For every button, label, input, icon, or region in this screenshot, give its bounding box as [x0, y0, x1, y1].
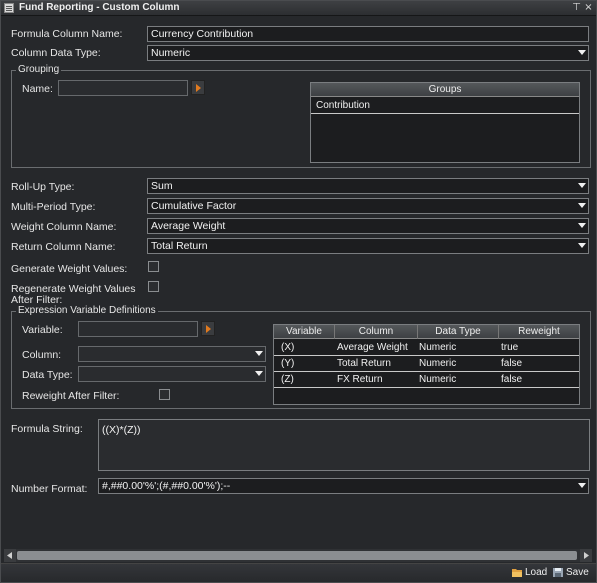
grouping-groupbox: Grouping Name: Groups Contribution — [11, 64, 591, 168]
table-row[interactable]: (Y) Total Return Numeric false — [274, 356, 579, 372]
table-cell: FX Return — [337, 374, 383, 385]
load-label: Load — [525, 567, 548, 578]
variable-label: Variable: — [22, 324, 63, 336]
reweight-after-filter-label: Reweight After Filter: — [22, 390, 120, 402]
scrollbar-thumb[interactable] — [17, 551, 577, 560]
window-icon — [4, 3, 14, 13]
chevron-down-icon[interactable] — [253, 367, 265, 381]
column-header-reweight[interactable]: Reweight — [499, 325, 579, 339]
chevron-down-icon[interactable] — [576, 239, 588, 253]
column-data-type-label: Column Data Type: — [11, 47, 101, 59]
table-row[interactable]: (X) Average Weight Numeric true — [274, 340, 579, 356]
groups-list[interactable]: Groups Contribution — [310, 82, 580, 163]
arrow-right-icon — [196, 84, 201, 92]
formula-string-textarea[interactable]: ((X)*(Z)) — [98, 419, 590, 471]
expression-variables-title: Expression Variable Definitions — [16, 305, 158, 316]
data-type-label: Data Type: — [22, 369, 73, 381]
chevron-down-icon[interactable] — [576, 46, 588, 60]
table-cell: Numeric — [419, 358, 457, 369]
table-cell: (X) — [281, 342, 295, 353]
number-format-select[interactable]: #,##0.00'%';(#,##0.00'%');-- — [98, 478, 589, 494]
chevron-down-icon[interactable] — [576, 199, 588, 213]
column-select[interactable] — [78, 346, 266, 362]
formula-column-name-input[interactable]: Currency Contribution — [147, 26, 589, 42]
rollup-type-label: Roll-Up Type: — [11, 181, 75, 193]
pin-icon[interactable]: ⊤ — [571, 2, 582, 14]
number-format-value: #,##0.00'%';(#,##0.00'%');-- — [102, 480, 231, 492]
table-cell: Average Weight — [337, 342, 408, 353]
table-cell: false — [501, 374, 523, 385]
table-cell: (Z) — [281, 374, 294, 385]
return-column-name-label: Return Column Name: — [11, 241, 116, 253]
multi-period-type-label: Multi-Period Type: — [11, 201, 96, 213]
horizontal-scrollbar[interactable] — [4, 549, 592, 562]
rollup-type-select[interactable]: Sum — [147, 178, 589, 194]
scroll-left-icon[interactable] — [4, 549, 16, 562]
custom-column-window: Fund Reporting - Custom Column ⊤ × Formu… — [0, 0, 597, 583]
column-data-type-select[interactable]: Numeric — [147, 45, 589, 61]
column-header-data-type[interactable]: Data Type — [418, 325, 499, 339]
scroll-right-icon[interactable] — [580, 549, 592, 562]
column-header-variable[interactable]: Variable — [274, 325, 335, 339]
table-cell: Total Return — [337, 358, 391, 369]
chevron-down-icon[interactable] — [576, 179, 588, 193]
folder-icon — [512, 569, 522, 577]
groups-header: Groups — [428, 84, 462, 95]
grouping-name-label: Name: — [22, 83, 53, 95]
return-column-name-select[interactable]: Total Return — [147, 238, 589, 254]
grouping-title: Grouping — [16, 64, 62, 75]
table-cell: (Y) — [281, 358, 295, 369]
multi-period-type-select[interactable]: Cumulative Factor — [147, 198, 589, 214]
number-format-label: Number Format: — [11, 483, 88, 495]
data-type-select[interactable] — [78, 366, 266, 382]
chevron-down-icon[interactable] — [576, 479, 588, 493]
variables-table[interactable]: Variable Column Data Type Reweight (X) A… — [273, 324, 580, 405]
chevron-down-icon[interactable] — [253, 347, 265, 361]
multi-period-type-value: Cumulative Factor — [151, 200, 237, 212]
window-title: Fund Reporting - Custom Column — [19, 2, 180, 13]
group-label: Contribution — [316, 100, 370, 111]
generate-weight-values-checkbox[interactable] — [148, 261, 159, 272]
table-cell: Numeric — [419, 342, 457, 353]
arrow-right-icon — [206, 325, 211, 333]
weight-column-name-value: Average Weight — [151, 220, 226, 232]
generate-weight-values-label: Generate Weight Values: — [11, 263, 128, 275]
reweight-after-filter-checkbox[interactable] — [159, 389, 170, 400]
table-cell: true — [501, 342, 519, 353]
save-label: Save — [566, 567, 589, 578]
weight-column-name-select[interactable]: Average Weight — [147, 218, 589, 234]
grouping-add-button[interactable] — [191, 80, 205, 95]
regenerate-weight-values-checkbox[interactable] — [148, 281, 159, 292]
add-variable-button[interactable] — [201, 321, 215, 336]
list-item[interactable]: Contribution — [311, 98, 579, 114]
grouping-name-input[interactable] — [58, 80, 188, 96]
expression-variables-groupbox: Expression Variable Definitions Variable… — [11, 305, 591, 409]
rollup-type-value: Sum — [151, 180, 173, 192]
table-cell: false — [501, 358, 523, 369]
table-cell: Numeric — [419, 374, 457, 385]
title-bar: Fund Reporting - Custom Column ⊤ × — [1, 1, 596, 16]
disk-icon — [553, 568, 563, 577]
chevron-down-icon[interactable] — [576, 219, 588, 233]
table-row[interactable]: (Z) FX Return Numeric false — [274, 372, 579, 388]
return-column-name-value: Total Return — [151, 240, 208, 252]
weight-column-name-label: Weight Column Name: — [11, 221, 117, 233]
formula-string-label: Formula String: — [11, 423, 83, 435]
column-label: Column: — [22, 349, 62, 361]
save-button[interactable]: Save — [553, 567, 591, 581]
column-header-column[interactable]: Column — [335, 325, 418, 339]
load-button[interactable]: Load — [512, 567, 548, 581]
formula-column-name-label: Formula Column Name: — [11, 28, 123, 40]
footer-bar: Load Save — [1, 563, 596, 582]
variable-input[interactable] — [78, 321, 198, 337]
column-data-type-value: Numeric — [151, 47, 191, 59]
close-icon[interactable]: × — [583, 2, 594, 14]
